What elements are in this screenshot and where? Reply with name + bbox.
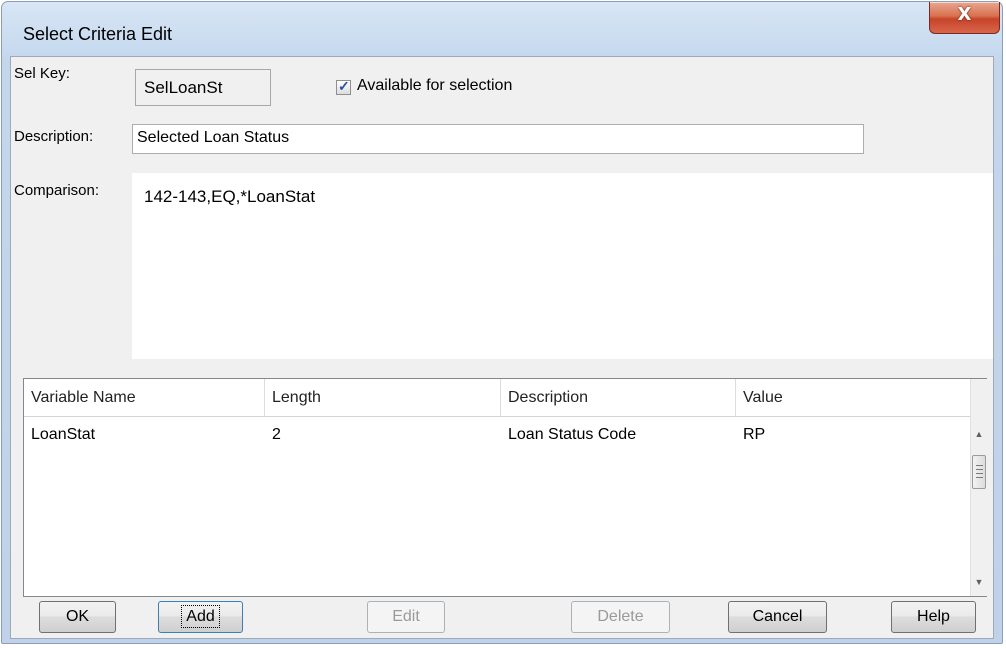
help-button[interactable]: Help bbox=[891, 601, 976, 633]
description-label: Description: bbox=[14, 128, 94, 145]
cancel-button-label: Cancel bbox=[752, 608, 803, 625]
title-bar[interactable]: Select Criteria Edit X bbox=[2, 2, 1002, 56]
cell-length: 2 bbox=[272, 426, 281, 443]
close-button[interactable]: X bbox=[929, 2, 1000, 34]
comparison-label: Comparison: bbox=[14, 182, 100, 199]
cell-description: Loan Status Code bbox=[508, 426, 637, 443]
sel-key-field[interactable]: SelLoanSt bbox=[135, 69, 271, 106]
column-header-value[interactable]: Value bbox=[736, 379, 970, 416]
grip-icon bbox=[976, 465, 983, 479]
comparison-textarea[interactable]: 142-143,EQ,*LoanStat bbox=[132, 173, 993, 359]
scrollbar-thumb[interactable] bbox=[972, 455, 986, 489]
scroll-down-arrow-icon[interactable]: ▼ bbox=[971, 577, 987, 587]
variables-grid[interactable]: Variable Name Length Description Value L… bbox=[23, 378, 987, 597]
add-button-label: Add bbox=[181, 605, 220, 628]
column-header-variable-name[interactable]: Variable Name bbox=[24, 379, 265, 416]
delete-button-label: Delete bbox=[597, 608, 644, 625]
window-title: Select Criteria Edit bbox=[23, 24, 173, 44]
grid-header: Variable Name Length Description Value bbox=[24, 379, 970, 417]
dialog-client-area: Sel Key: SelLoanSt ✓ Available for selec… bbox=[10, 56, 994, 639]
comparison-text: 142-143,EQ,*LoanStat bbox=[144, 187, 316, 206]
ok-button-label: OK bbox=[65, 608, 90, 625]
cell-value: RP bbox=[743, 426, 766, 443]
checkmark-icon: ✓ bbox=[338, 78, 350, 94]
edit-button-label: Edit bbox=[392, 608, 420, 625]
column-header-description[interactable]: Description bbox=[501, 379, 736, 416]
description-field[interactable]: Selected Loan Status bbox=[132, 124, 864, 154]
cancel-button[interactable]: Cancel bbox=[728, 601, 827, 633]
add-button[interactable]: Add bbox=[158, 601, 243, 633]
close-icon[interactable]: X bbox=[930, 4, 999, 25]
dialog-window: Select Criteria Edit X Sel Key: SelLoanS… bbox=[1, 1, 1003, 644]
available-label[interactable]: Available for selection bbox=[357, 77, 512, 95]
delete-button[interactable]: Delete bbox=[571, 601, 670, 633]
ok-button[interactable]: OK bbox=[39, 601, 116, 633]
cell-variable-name: LoanStat bbox=[31, 426, 96, 443]
column-header-length[interactable]: Length bbox=[265, 379, 501, 416]
help-button-label: Help bbox=[917, 608, 950, 625]
edit-button[interactable]: Edit bbox=[367, 601, 445, 633]
vertical-scrollbar[interactable]: ▲ ▼ bbox=[970, 379, 987, 596]
available-checkbox[interactable]: ✓ bbox=[336, 78, 351, 95]
sel-key-label: Sel Key: bbox=[14, 65, 70, 82]
scroll-up-arrow-icon[interactable]: ▲ bbox=[971, 429, 987, 439]
